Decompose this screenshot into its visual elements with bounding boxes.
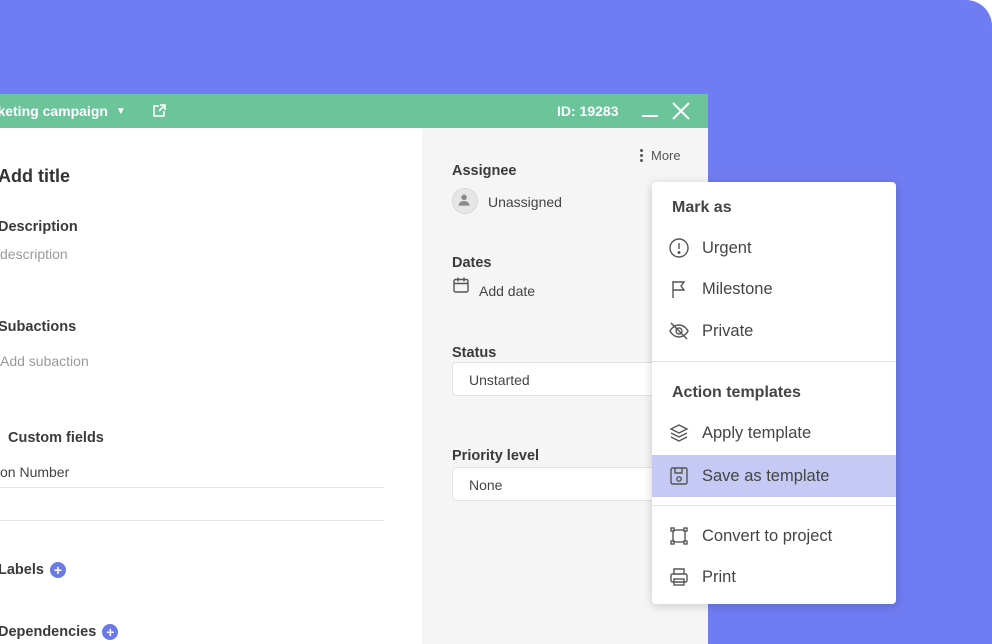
assignee-value[interactable]: Unassigned xyxy=(488,194,562,210)
section-divider xyxy=(0,520,384,521)
dependencies-label: Dependencies xyxy=(0,624,97,640)
menu-item-save-as-template[interactable]: Save as template xyxy=(652,455,896,497)
menu-divider xyxy=(652,505,896,506)
custom-field-row[interactable]: on Number xyxy=(0,464,69,480)
action-templates-header: Action templates xyxy=(672,384,801,401)
labels-label: Labels xyxy=(0,562,44,578)
caret-down-icon: ▼ xyxy=(115,105,126,117)
menu-item-convert-to-project[interactable]: Convert to project xyxy=(652,516,896,556)
dates-label: Dates xyxy=(452,255,492,271)
printer-icon xyxy=(670,568,688,586)
minimize-icon[interactable] xyxy=(640,103,660,119)
status-label: Status xyxy=(452,345,497,361)
status-value: Unstarted xyxy=(469,372,530,388)
assignee-label: Assignee xyxy=(452,163,517,179)
milestone-label: Milestone xyxy=(702,279,773,298)
title-bar: rketing campaign ▼ ID: 19283 xyxy=(0,94,708,128)
menu-item-print[interactable]: Print xyxy=(652,557,896,597)
add-dependency-plus-icon[interactable]: + xyxy=(102,624,119,641)
user-icon[interactable] xyxy=(452,188,478,214)
priority-value: None xyxy=(469,477,503,493)
action-window: rketing campaign ▼ ID: 19283 Add title D… xyxy=(0,94,708,644)
more-button[interactable]: More xyxy=(640,148,681,163)
custom-fields-label[interactable]: Custom fields xyxy=(8,430,104,446)
eye-off-icon xyxy=(669,322,689,340)
save-as-template-label: Save as template xyxy=(702,466,830,485)
menu-item-urgent[interactable]: Urgent xyxy=(652,228,896,268)
flag-icon xyxy=(672,281,686,298)
add-subaction-input[interactable]: Add subaction xyxy=(0,353,89,369)
description-input[interactable]: description xyxy=(0,246,68,262)
calendar-icon[interactable] xyxy=(452,276,470,294)
project-selector[interactable]: rketing campaign ▼ xyxy=(0,103,126,119)
alert-icon xyxy=(669,238,689,258)
custom-field-divider xyxy=(0,487,384,488)
add-date-button[interactable]: Add date xyxy=(479,283,535,299)
menu-divider xyxy=(652,361,896,362)
apply-template-label: Apply template xyxy=(702,423,812,442)
close-icon[interactable] xyxy=(670,100,692,122)
title-input[interactable]: Add title xyxy=(0,166,70,187)
private-label: Private xyxy=(702,321,754,340)
external-link-icon[interactable] xyxy=(151,103,167,119)
menu-item-apply-template[interactable]: Apply template xyxy=(652,413,896,453)
save-icon xyxy=(670,467,688,485)
frame-icon xyxy=(670,527,688,545)
menu-item-milestone[interactable]: Milestone xyxy=(652,269,896,309)
subactions-label: Subactions xyxy=(0,319,77,335)
dependencies-section: Dependencies + xyxy=(0,624,119,641)
more-label: More xyxy=(651,148,681,163)
details-pane: Add title Description description Subact… xyxy=(0,128,422,644)
mark-as-header: Mark as xyxy=(672,199,732,216)
project-name: rketing campaign xyxy=(0,103,108,119)
convert-to-project-label: Convert to project xyxy=(702,526,833,545)
action-id: ID: 19283 xyxy=(557,103,619,119)
description-label: Description xyxy=(0,219,78,235)
priority-label: Priority level xyxy=(452,448,540,464)
labels-section: Labels + xyxy=(0,562,66,579)
urgent-label: Urgent xyxy=(702,238,752,257)
add-label-plus-icon[interactable]: + xyxy=(49,562,66,579)
more-dropdown-menu: Mark as Urgent Milestone Private Action … xyxy=(652,182,896,604)
menu-item-private[interactable]: Private xyxy=(652,311,896,351)
layers-icon xyxy=(669,424,689,442)
print-label: Print xyxy=(702,567,736,586)
kebab-icon xyxy=(640,149,643,162)
